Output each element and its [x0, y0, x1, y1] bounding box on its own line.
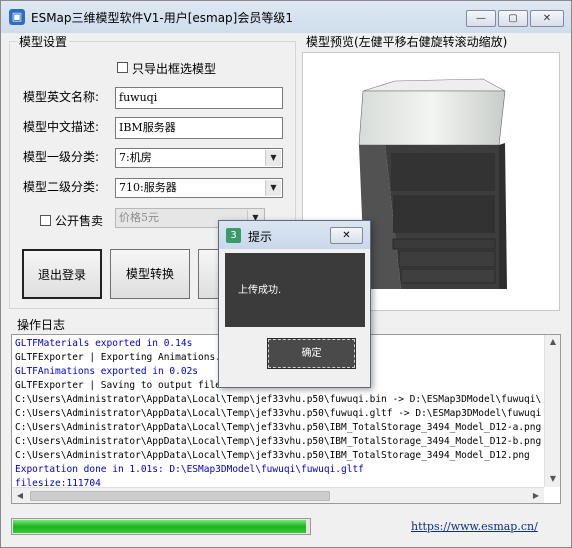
- progress-fill: [13, 520, 307, 533]
- horizontal-scrollbar[interactable]: ◀ ▶: [12, 487, 544, 503]
- export-selected-checkbox[interactable]: [117, 62, 128, 73]
- log-line: C:\Users\Administrator\AppData\Local\Tem…: [15, 408, 541, 419]
- maximize-button[interactable]: ▢: [498, 10, 528, 27]
- category2-label: 模型二级分类:: [23, 180, 100, 194]
- message-dialog[interactable]: 3 提示 ✕ 上传成功. 确定: [218, 220, 371, 388]
- vertical-scrollbar[interactable]: ▲ ▼: [544, 335, 560, 487]
- public-sale-label: 公开售卖: [55, 214, 104, 228]
- website-link[interactable]: https://www.esmap.cn/: [411, 520, 538, 533]
- main-window: ▣ ESMap三维模型软件V1-用户[esmap]会员等级1 — ▢ ✕ 模型设…: [0, 0, 572, 548]
- app-icon: ▣: [9, 9, 25, 25]
- dialog-title-bar[interactable]: 3 提示 ✕: [219, 221, 370, 249]
- dialog-message: 上传成功.: [238, 285, 282, 296]
- ok-button[interactable]: 确定: [267, 338, 356, 369]
- log-title: 操作日志: [15, 316, 68, 333]
- dialog-title: 提示: [248, 230, 273, 244]
- log-line: C:\Users\Administrator\AppData\Local\Tem…: [15, 422, 541, 433]
- category2-select[interactable]: 710:服务器 ▼: [115, 178, 283, 198]
- chevron-down-icon[interactable]: ▼: [265, 180, 281, 196]
- chevron-down-icon[interactable]: ▼: [265, 150, 281, 166]
- log-line: C:\Users\Administrator\AppData\Local\Tem…: [15, 394, 541, 405]
- category1-value: 7:机房: [119, 151, 152, 164]
- scroll-right-icon[interactable]: ▶: [528, 491, 544, 500]
- en-name-input[interactable]: fuwuqi: [115, 87, 283, 109]
- logout-button[interactable]: 退出登录: [22, 249, 102, 299]
- dialog-message-area: 上传成功.: [225, 253, 365, 327]
- horizontal-scroll-thumb[interactable]: [30, 491, 330, 501]
- dialog-close-button[interactable]: ✕: [330, 227, 363, 244]
- public-sale-checkbox[interactable]: [40, 215, 51, 226]
- app-icon: 3: [226, 228, 241, 243]
- en-name-label: 模型英文名称:: [23, 90, 100, 104]
- log-line: C:\Users\Administrator\AppData\Local\Tem…: [15, 436, 541, 447]
- title-bar[interactable]: ▣ ESMap三维模型软件V1-用户[esmap]会员等级1 — ▢ ✕: [1, 1, 571, 33]
- log-line: C:\Users\Administrator\AppData\Local\Tem…: [15, 450, 530, 461]
- cn-desc-input[interactable]: IBM服务器: [115, 117, 283, 139]
- cn-desc-label: 模型中文描述:: [23, 120, 100, 134]
- scroll-down-icon[interactable]: ▼: [545, 474, 560, 483]
- price-value: 价格5元: [119, 211, 159, 224]
- export-selected-label: 只导出框选模型: [132, 62, 217, 76]
- category2-value: 710:服务器: [119, 181, 177, 194]
- category1-label: 模型一级分类:: [23, 150, 100, 164]
- convert-button[interactable]: 模型转换: [110, 249, 190, 299]
- scroll-left-icon[interactable]: ◀: [12, 491, 28, 500]
- window-title: ESMap三维模型软件V1-用户[esmap]会员等级1: [31, 11, 293, 25]
- category1-select[interactable]: 7:机房 ▼: [115, 148, 283, 168]
- preview-title: 模型预览(左健平移右健旋转滚动缩放): [304, 33, 510, 50]
- log-line: Exportation done in 1.01s: D:\ESMap3DMod…: [15, 464, 364, 475]
- scroll-up-icon[interactable]: ▲: [545, 337, 560, 346]
- settings-group-title: 模型设置: [17, 33, 70, 50]
- minimize-button[interactable]: —: [466, 10, 496, 27]
- close-button[interactable]: ✕: [530, 10, 564, 27]
- progress-bar: [11, 518, 311, 535]
